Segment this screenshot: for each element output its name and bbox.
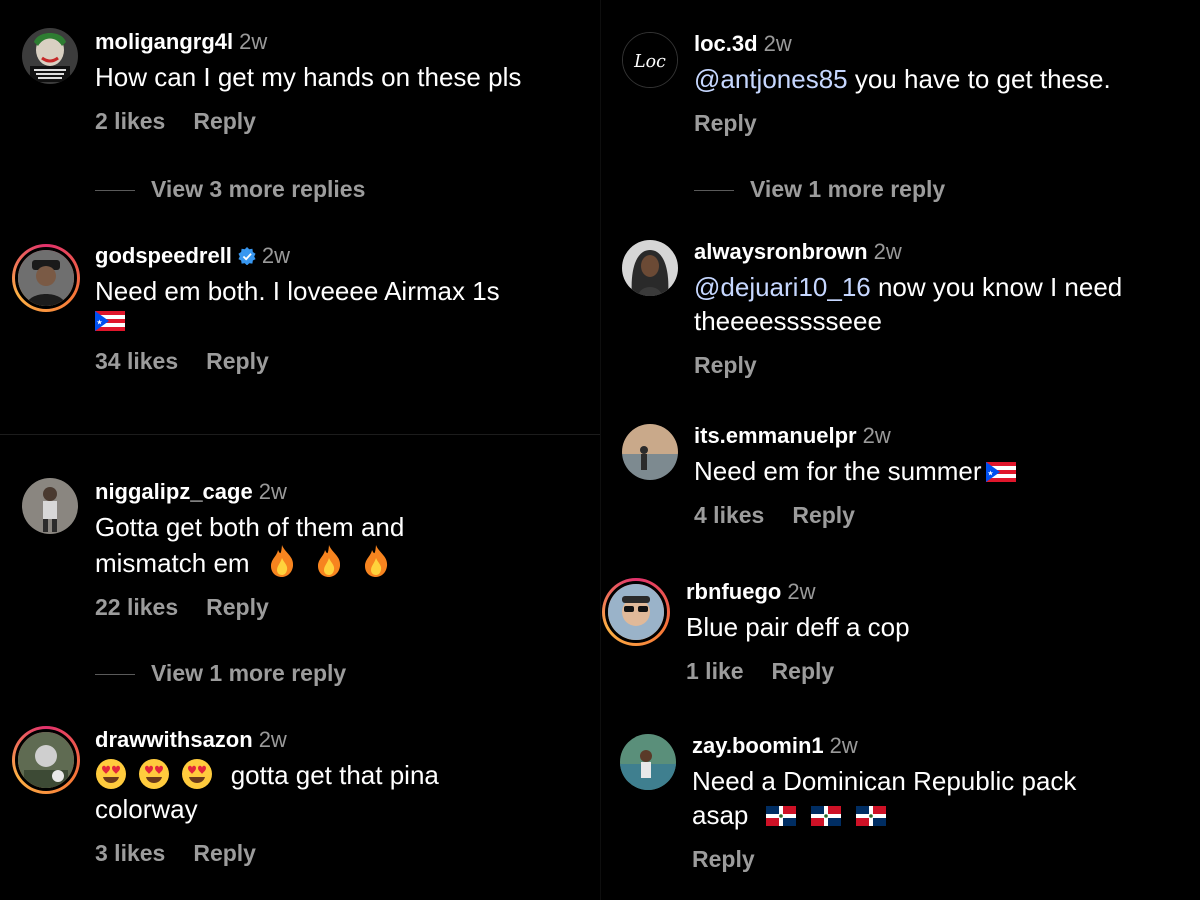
reply-button[interactable]: Reply [193,840,256,866]
timestamp: 2w [258,479,287,504]
person-avatar-icon [22,478,78,534]
comment-text-line: asap [692,800,749,830]
heart-eyes-emoji-icon [181,758,213,790]
avatar[interactable]: Loc [622,32,678,88]
avatar[interactable] [22,478,78,534]
avatar[interactable] [22,28,78,84]
comment: zay.boomin1 2w Need a Dominican Republic … [692,732,1076,873]
comment-text-line: Need a Dominican Republic pack [692,766,1077,796]
avatar[interactable] [622,240,678,296]
comment: drawwithsazon 2w gotta get that pina colo… [95,726,439,867]
username[interactable]: alwaysronbrown [694,239,868,264]
timestamp: 2w [873,239,902,264]
comment-text: How can I get my hands on these pls [95,62,522,92]
avatar[interactable] [620,734,676,790]
username[interactable]: loc.3d [694,31,758,56]
username[interactable]: zay.boomin1 [692,733,824,758]
column-divider [600,0,601,900]
reply-button[interactable]: Reply [792,502,855,528]
comment-text-line: gotta get that pina [230,760,439,790]
comment: alwaysronbrown 2w @dejuari10_16 now you k… [694,238,1122,379]
username[interactable]: its.emmanuelpr [694,423,857,448]
person-avatar-icon [18,250,74,306]
person-avatar-icon [18,732,74,788]
comment-text: Need em both. I loveeee Airmax 1s [95,276,500,306]
likes-count[interactable]: 22 likes [95,594,178,620]
reply-button[interactable]: Reply [694,352,757,378]
likes-count[interactable]: 3 likes [95,840,165,866]
loc-logo-avatar-icon: Loc [623,33,677,87]
comment-text-line: mismatch em [95,548,250,578]
reply-button[interactable]: Reply [692,846,755,872]
view-more-replies[interactable]: View 1 more reply [694,176,945,203]
username[interactable]: moligangrg4l [95,29,233,54]
comment: godspeedrell 2w Need em both. I loveeee A… [95,242,500,375]
avatar-story-ring[interactable] [12,726,80,794]
timestamp: 2w [261,243,291,268]
timestamp: 2w [787,579,816,604]
mention-link[interactable]: @dejuari10_16 [694,272,871,302]
dominican-flag-icon [811,805,841,827]
reply-button[interactable]: Reply [193,108,256,134]
divider-line [95,190,135,192]
divider-line [694,190,734,192]
username[interactable]: rbnfuego [686,579,781,604]
reply-button[interactable]: Reply [206,348,269,374]
comment-text-line: Gotta get both of them and [95,512,405,542]
avatar[interactable] [622,424,678,480]
mention-link[interactable]: @antjones85 [694,64,848,94]
heart-eyes-emoji-icon [138,758,170,790]
comment: niggalipz_cage 2w Gotta get both of them … [95,478,404,621]
puerto-rico-flag-icon [986,461,1016,483]
timestamp: 2w [763,31,792,56]
person-sunglasses-avatar-icon [608,584,664,640]
person-avatar-icon [622,240,678,296]
fire-emoji-icon [314,544,344,578]
person-outdoor-avatar-icon [620,734,676,790]
reply-button[interactable]: Reply [694,110,757,136]
comment-text-line: now you know I need [870,272,1123,302]
comment-text-line: colorway [95,794,198,824]
view-more-replies[interactable]: View 3 more replies [95,176,365,203]
section-divider [0,434,600,435]
fire-emoji-icon [361,544,391,578]
heart-eyes-emoji-icon [95,758,127,790]
avatar-story-ring[interactable] [602,578,670,646]
beach-sunset-avatar-icon [622,424,678,480]
svg-text:Loc: Loc [633,52,666,72]
reply-button[interactable]: Reply [206,594,269,620]
dominican-flag-icon [856,805,886,827]
comment-text: Blue pair deff a cop [686,612,910,642]
reply-button[interactable]: Reply [772,658,835,684]
dominican-flag-icon [766,805,796,827]
likes-count[interactable]: 34 likes [95,348,178,374]
comment-text-line: theeeessssseee [694,306,882,336]
view-more-label: View 3 more replies [151,176,366,202]
username[interactable]: niggalipz_cage [95,479,253,504]
view-more-label: View 1 more reply [750,176,946,202]
fire-emoji-icon [267,544,297,578]
timestamp: 2w [862,423,891,448]
username[interactable]: godspeedrell [95,243,232,268]
timestamp: 2w [239,29,268,54]
likes-count[interactable]: 2 likes [95,108,165,134]
comment: rbnfuego 2w Blue pair deff a cop 1 like Re… [686,578,910,685]
likes-count[interactable]: 4 likes [694,502,764,528]
view-more-replies[interactable]: View 1 more reply [95,660,346,687]
comment: loc.3d 2w @antjones85 you have to get the… [694,30,1111,137]
likes-count[interactable]: 1 like [686,658,744,684]
comment-text: you have to get these. [847,64,1111,94]
comment-text: Need em for the summer [694,456,982,486]
username[interactable]: drawwithsazon [95,727,253,752]
timestamp: 2w [258,727,287,752]
timestamp: 2w [829,733,858,758]
verified-badge-icon [238,247,256,265]
view-more-label: View 1 more reply [151,660,347,686]
puerto-rico-flag-icon [95,310,125,332]
joker-avatar-icon [22,28,78,84]
divider-line [95,674,135,676]
avatar-story-ring[interactable] [12,244,80,312]
comment: moligangrg4l 2w How can I get my hands on… [95,28,521,135]
comment: its.emmanuelpr 2w Need em for the summer … [694,422,1016,529]
